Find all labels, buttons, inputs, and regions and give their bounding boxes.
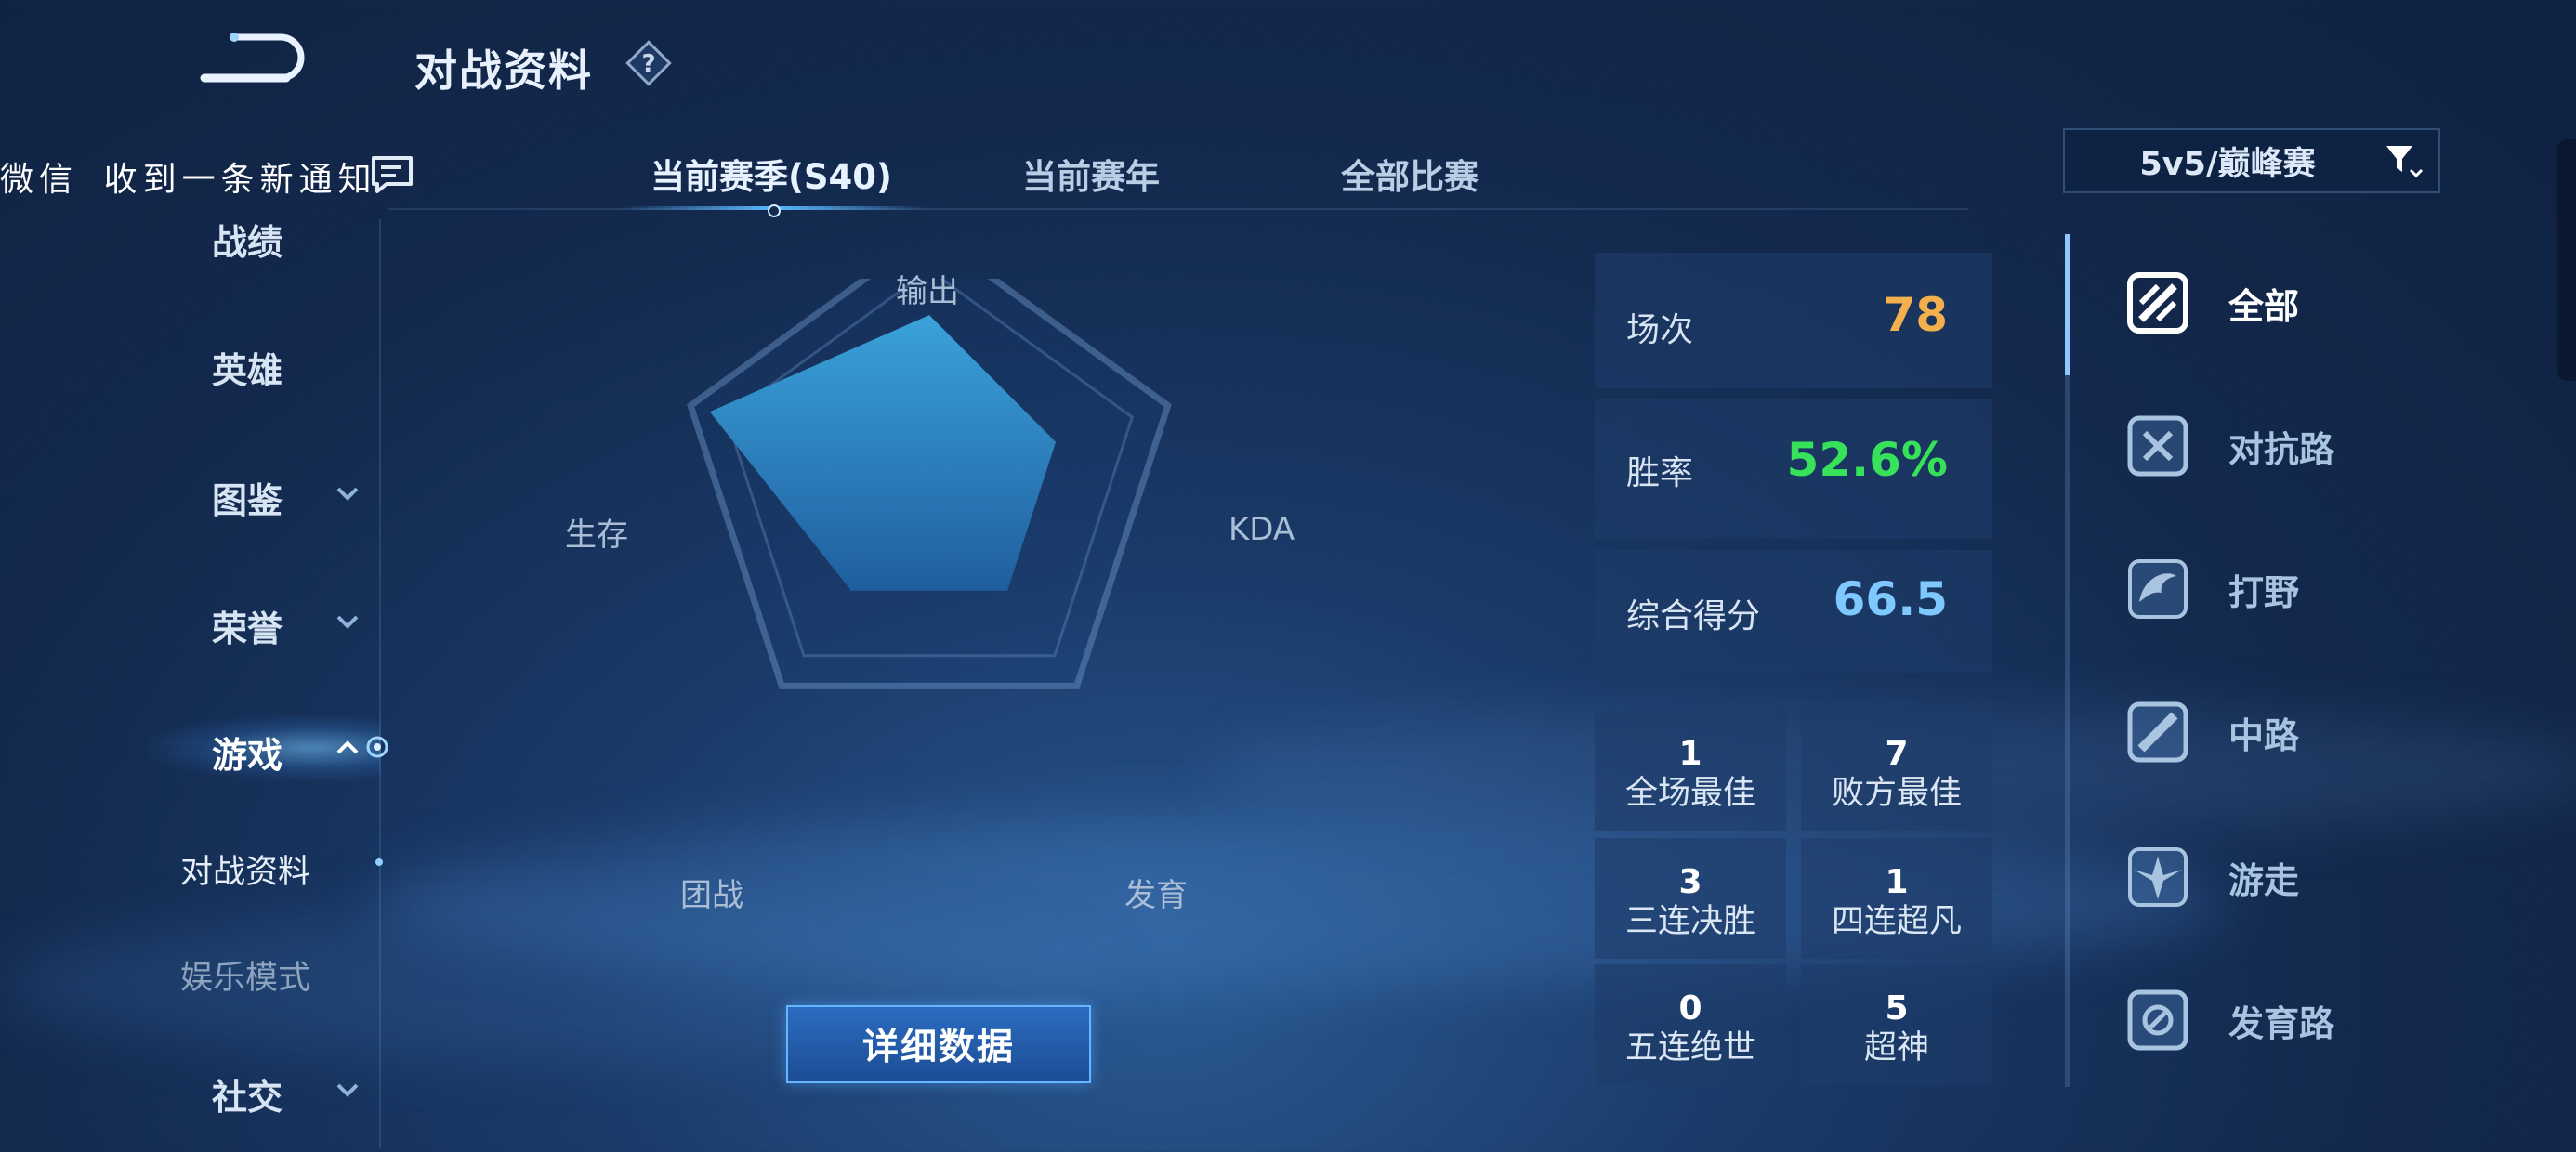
achievement-label: 五连绝世 — [1624, 1029, 1755, 1067]
sidebar-item-game[interactable]: 游戏 — [212, 727, 283, 778]
role-label: 游走 — [2228, 859, 2300, 901]
achievement-label: 全场最佳 — [1624, 775, 1755, 812]
achievement-legendary: 5 超神 — [1801, 964, 1992, 1085]
sidebar-item-heroes[interactable]: 英雄 — [212, 342, 283, 393]
sidebar-item-honor[interactable]: 荣誉 — [212, 600, 283, 651]
filter-icon — [2386, 146, 2424, 178]
subitem-active-dot — [375, 858, 383, 866]
achievement-quadra-kill: 1 四连超凡 — [1801, 838, 1992, 959]
tab-current-season[interactable]: 当前赛季(S40) — [651, 149, 892, 199]
mode-select[interactable]: 5v5/巅峰赛 — [2063, 128, 2440, 193]
active-marker-icon — [366, 736, 388, 758]
chat-icon[interactable] — [370, 154, 414, 195]
achievement-triple-kill: 3 三连决胜 — [1595, 838, 1786, 959]
svg-text:?: ? — [641, 50, 655, 78]
achievement-label: 超神 — [1863, 1029, 1929, 1067]
side-edge-handle — [2557, 139, 2576, 381]
achievement-label: 败方最佳 — [1831, 775, 1962, 812]
tab-all-matches[interactable]: 全部比赛 — [1341, 149, 1479, 199]
mid-lane-icon — [2127, 701, 2188, 763]
role-all[interactable]: 全部 — [2124, 266, 2403, 340]
achievement-penta-kill: 0 五连绝世 — [1595, 964, 1786, 1085]
chevron-down-icon — [336, 615, 359, 629]
chevron-up-icon — [336, 740, 359, 754]
role-active-indicator — [2065, 234, 2070, 375]
stat-win-rate: 胜率 52.6% — [1595, 399, 1992, 539]
role-label: 对抗路 — [2228, 428, 2335, 470]
radar-label-farming: 发育 — [1124, 877, 1188, 914]
achievement-label: 四连超凡 — [1831, 903, 1962, 940]
detail-data-button[interactable]: 详细数据 — [786, 1005, 1091, 1083]
notification-banner[interactable]: 微信 收到一条新通知 — [0, 152, 377, 201]
radar-label-teamfight: 团战 — [680, 877, 743, 914]
farm-lane-icon — [2127, 989, 2188, 1051]
sidebar-divider — [379, 219, 381, 1148]
back-arrow-icon — [200, 33, 305, 83]
tab-current-year[interactable]: 当前赛年 — [1022, 149, 1160, 199]
role-clash-lane[interactable]: 对抗路 — [2124, 409, 2403, 483]
stat-win-rate-label: 胜率 — [1626, 454, 1694, 492]
role-jungle[interactable]: 打野 — [2124, 552, 2403, 626]
role-label: 发育路 — [2228, 1002, 2335, 1044]
radar-chart — [687, 279, 1172, 689]
chevron-down-icon — [336, 1083, 359, 1097]
achievement-count: 3 — [1678, 863, 1702, 901]
role-farm-lane[interactable]: 发育路 — [2124, 983, 2403, 1057]
sidebar-item-codex[interactable]: 图鉴 — [212, 472, 283, 523]
sidebar-subitem-battle-data[interactable]: 对战资料 — [180, 845, 310, 893]
achievement-count: 5 — [1885, 989, 1909, 1028]
achievement-label: 三连决胜 — [1624, 903, 1755, 940]
achievement-mvp: 1 全场最佳 — [1595, 710, 1786, 831]
stat-score: 综合得分 66.5 — [1595, 550, 1992, 673]
achievement-count: 1 — [1885, 863, 1909, 901]
mode-select-value: 5v5/巅峰赛 — [2139, 145, 2316, 183]
achievement-count: 7 — [1885, 735, 1909, 773]
stat-score-value: 66.5 — [1833, 572, 1948, 626]
role-mid-lane[interactable]: 中路 — [2124, 695, 2403, 769]
chevron-down-icon — [336, 487, 359, 501]
sidebar-subitem-fun-mode[interactable]: 娱乐模式 — [180, 951, 310, 999]
stat-win-rate-value: 52.6% — [1786, 433, 1948, 487]
achievement-losing-mvp: 7 败方最佳 — [1801, 710, 1992, 831]
sidebar-item-social[interactable]: 社交 — [212, 1068, 283, 1119]
achievement-count: 0 — [1678, 989, 1702, 1028]
active-tab-dot — [768, 204, 781, 217]
radar-label-survival: 生存 — [565, 517, 628, 554]
all-roles-icon — [2127, 272, 2188, 334]
sidebar-item-record[interactable]: 战绩 — [212, 214, 283, 265]
stat-matches-label: 场次 — [1626, 311, 1694, 349]
back-button[interactable] — [197, 32, 307, 89]
radar-label-kda: KDA — [1229, 511, 1295, 548]
clash-lane-icon — [2127, 415, 2188, 477]
role-roam[interactable]: 游走 — [2124, 840, 2403, 914]
role-label: 中路 — [2228, 714, 2300, 756]
radar-label-output: 输出 — [896, 273, 959, 310]
roam-icon — [2128, 847, 2188, 907]
stat-matches-value: 78 — [1883, 288, 1948, 342]
page-title: 对战资料 — [414, 46, 593, 96]
jungle-icon — [2128, 559, 2188, 619]
role-label: 打野 — [2228, 571, 2300, 613]
role-label: 全部 — [2228, 285, 2300, 327]
stat-score-label: 综合得分 — [1626, 597, 1761, 635]
help-icon[interactable]: ? — [624, 39, 673, 87]
stat-matches: 场次 78 — [1595, 253, 1992, 388]
achievement-count: 1 — [1678, 735, 1702, 773]
